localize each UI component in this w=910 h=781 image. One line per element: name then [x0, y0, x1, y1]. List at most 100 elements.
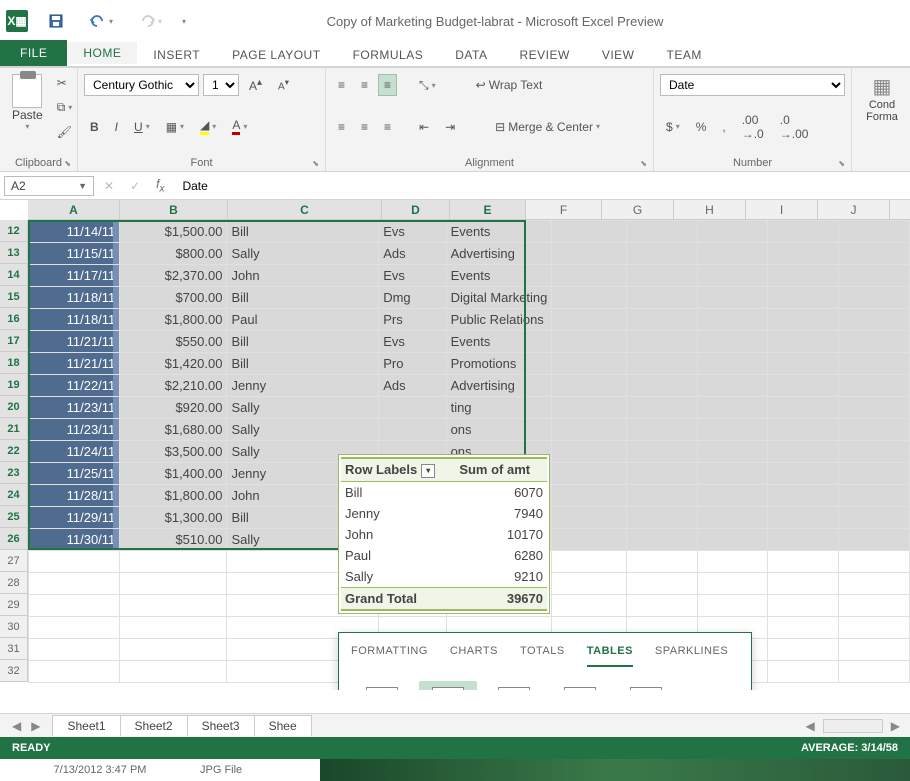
decrease-decimal-button[interactable]: .0→.00: [774, 109, 815, 145]
row-header[interactable]: 13: [0, 242, 28, 264]
qa-item-more[interactable]: More: [617, 681, 675, 690]
cell[interactable]: [839, 265, 910, 287]
cell[interactable]: [839, 573, 910, 595]
italic-button[interactable]: I: [109, 116, 124, 138]
font-size-select[interactable]: 11: [203, 74, 239, 96]
sheet-tab[interactable]: Sheet3: [187, 715, 255, 736]
insert-function-button[interactable]: fx: [150, 175, 170, 196]
row-header[interactable]: 16: [0, 308, 28, 330]
align-top-button[interactable]: ≡: [332, 74, 351, 96]
cell[interactable]: Advertising: [446, 243, 552, 265]
cell[interactable]: [697, 331, 768, 353]
cell[interactable]: [839, 485, 910, 507]
cell[interactable]: 11/29/11: [29, 507, 120, 529]
cell[interactable]: [29, 661, 120, 683]
cell[interactable]: $510.00: [120, 529, 227, 551]
cell[interactable]: Prs: [379, 309, 446, 331]
cell[interactable]: Bill: [227, 353, 379, 375]
percent-format-button[interactable]: %: [690, 116, 713, 138]
cell[interactable]: John: [227, 265, 379, 287]
cell[interactable]: [768, 529, 839, 551]
cell[interactable]: Events: [446, 221, 552, 243]
cell[interactable]: [627, 529, 698, 551]
cell[interactable]: [768, 639, 839, 661]
cell[interactable]: ting: [446, 397, 552, 419]
cell[interactable]: [697, 221, 768, 243]
column-header[interactable]: H: [674, 200, 746, 219]
cell[interactable]: [697, 397, 768, 419]
cell[interactable]: [768, 243, 839, 265]
cell[interactable]: Sally: [227, 419, 379, 441]
row-header[interactable]: 17: [0, 330, 28, 352]
row-header[interactable]: 29: [0, 594, 28, 616]
border-button[interactable]: ▦▾: [160, 116, 190, 138]
cell[interactable]: Evs: [379, 265, 446, 287]
cell[interactable]: $1,680.00: [120, 419, 227, 441]
tab-team[interactable]: TEAM: [651, 44, 718, 66]
cell[interactable]: [768, 375, 839, 397]
cell[interactable]: [839, 661, 910, 683]
row-header[interactable]: 19: [0, 374, 28, 396]
cell[interactable]: Evs: [379, 331, 446, 353]
align-middle-button[interactable]: ≡: [355, 74, 374, 96]
cell[interactable]: $800.00: [120, 243, 227, 265]
cell[interactable]: [768, 573, 839, 595]
cell[interactable]: 11/17/11: [29, 265, 120, 287]
cut-button[interactable]: ✂: [51, 72, 79, 94]
cell[interactable]: 11/18/11: [29, 287, 120, 309]
tab-formulas[interactable]: FORMULAS: [337, 44, 440, 66]
cell[interactable]: $2,210.00: [120, 375, 227, 397]
cell[interactable]: [552, 397, 627, 419]
qa-tab-sparklines[interactable]: SPARKLINES: [655, 645, 728, 667]
qa-item-pivottable-1[interactable]: PivotTa...: [419, 681, 477, 690]
cancel-formula-button[interactable]: ✕: [98, 175, 120, 197]
cell[interactable]: [839, 639, 910, 661]
cell[interactable]: [627, 265, 698, 287]
comma-format-button[interactable]: ,: [716, 116, 731, 138]
font-name-select[interactable]: Century Gothic: [84, 74, 199, 96]
cell[interactable]: [627, 485, 698, 507]
cell[interactable]: 11/21/11: [29, 331, 120, 353]
cell[interactable]: Ads: [379, 375, 446, 397]
cell[interactable]: [552, 221, 627, 243]
cell[interactable]: Sally: [227, 243, 379, 265]
name-box[interactable]: A2 ▼: [4, 176, 94, 196]
cell[interactable]: [552, 419, 627, 441]
hscroll-right[interactable]: ▶: [887, 717, 904, 735]
cell[interactable]: 11/23/11: [29, 419, 120, 441]
row-header[interactable]: 14: [0, 264, 28, 286]
paste-button[interactable]: Paste ▾: [6, 72, 49, 143]
cell[interactable]: [839, 463, 910, 485]
cell[interactable]: [552, 265, 627, 287]
cell[interactable]: [839, 331, 910, 353]
confirm-formula-button[interactable]: ✓: [124, 175, 146, 197]
cell[interactable]: [768, 463, 839, 485]
cell[interactable]: [627, 595, 698, 617]
row-header[interactable]: 30: [0, 616, 28, 638]
cell[interactable]: 11/30/11: [29, 529, 120, 551]
cell[interactable]: Bill: [227, 331, 379, 353]
column-header[interactable]: A: [28, 200, 120, 219]
cell[interactable]: 11/15/11: [29, 243, 120, 265]
undo-button[interactable]: ▾: [84, 10, 119, 32]
cell[interactable]: [839, 419, 910, 441]
column-header[interactable]: D: [382, 200, 450, 219]
bold-button[interactable]: B: [84, 116, 105, 138]
cell[interactable]: [697, 507, 768, 529]
align-left-button[interactable]: ≡: [332, 116, 351, 138]
cell[interactable]: [768, 331, 839, 353]
cell[interactable]: [29, 573, 120, 595]
cell[interactable]: $3,500.00: [120, 441, 227, 463]
row-header[interactable]: 24: [0, 484, 28, 506]
cell[interactable]: $920.00: [120, 397, 227, 419]
row-header[interactable]: 25: [0, 506, 28, 528]
cell[interactable]: 11/18/11: [29, 309, 120, 331]
row-header[interactable]: 20: [0, 396, 28, 418]
row-header[interactable]: 32: [0, 660, 28, 682]
row-header[interactable]: 23: [0, 462, 28, 484]
cell[interactable]: [120, 551, 227, 573]
increase-indent-button[interactable]: ⇥: [439, 116, 461, 138]
cell[interactable]: [768, 485, 839, 507]
row-header[interactable]: 26: [0, 528, 28, 550]
cell[interactable]: $1,400.00: [120, 463, 227, 485]
